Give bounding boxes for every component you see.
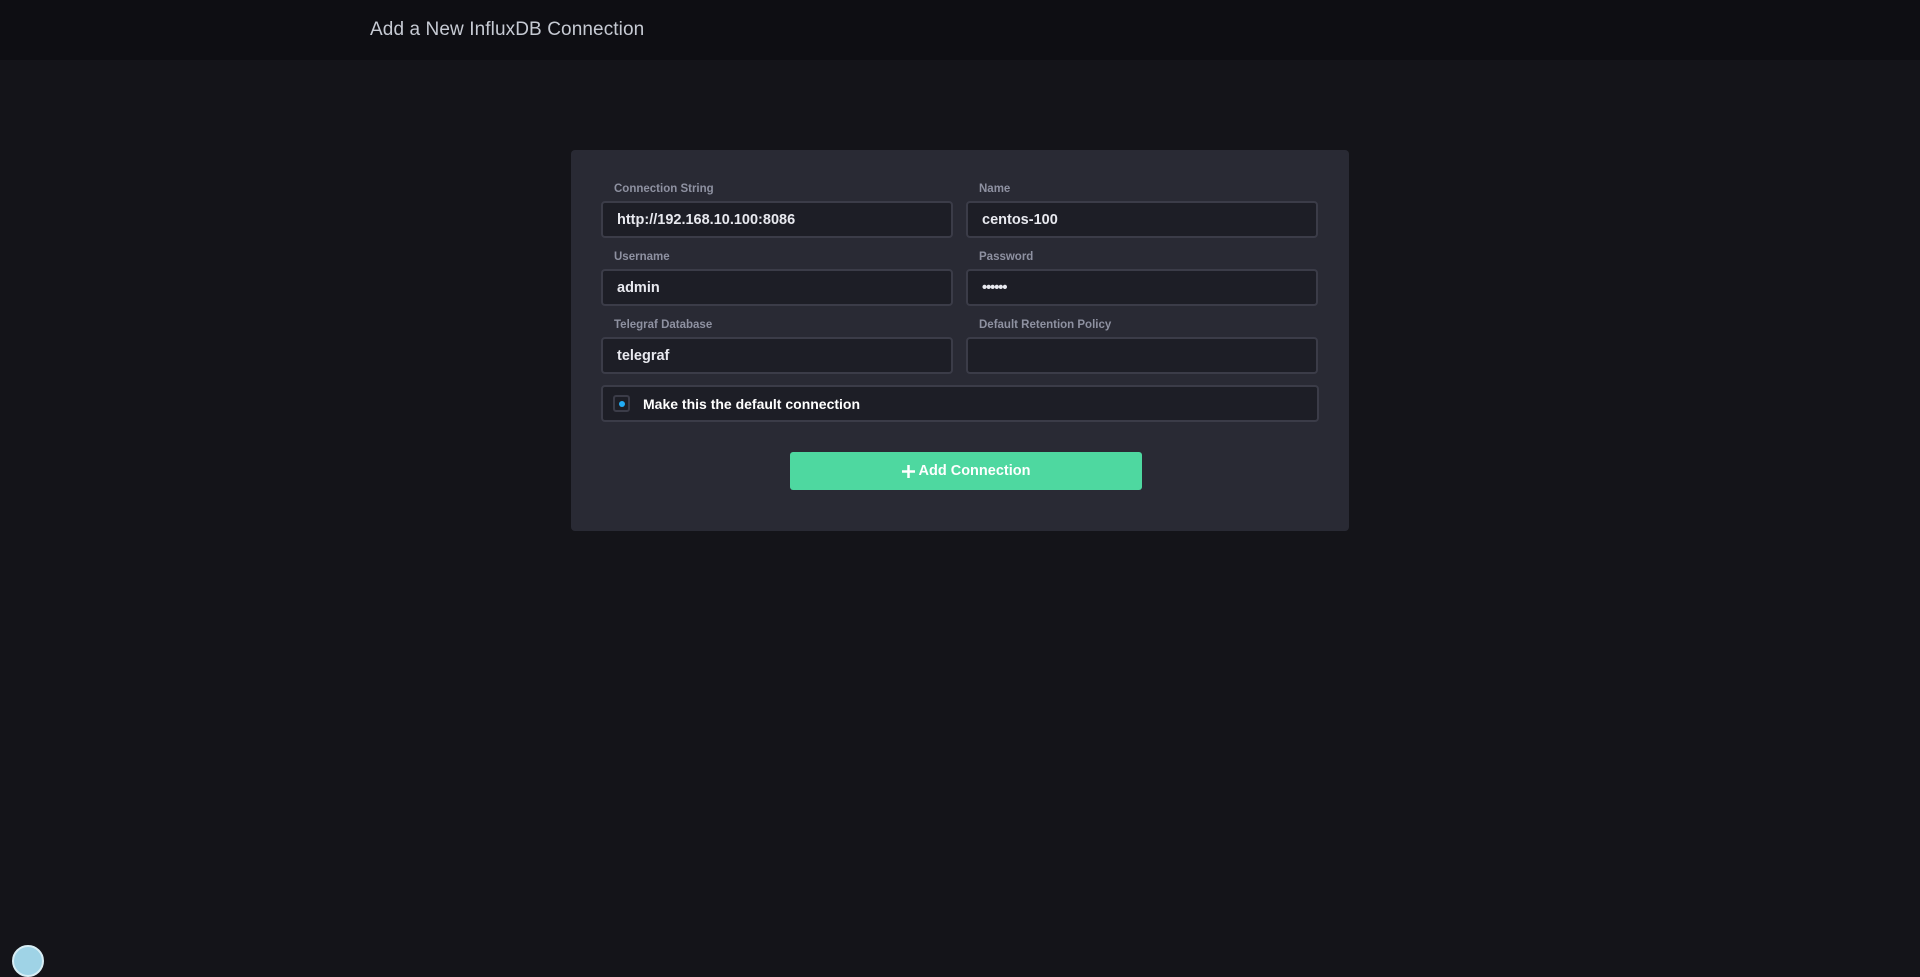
plus-icon: [901, 464, 915, 478]
add-connection-label: Add Connection: [918, 463, 1031, 479]
username-input[interactable]: [601, 269, 953, 306]
username-label: Username: [614, 251, 670, 263]
telegraf-database-input[interactable]: [601, 337, 953, 374]
top-bar: Add a New InfluxDB Connection: [0, 0, 1920, 60]
connection-string-input[interactable]: [601, 201, 953, 238]
password-label: Password: [979, 251, 1034, 263]
telegraf-database-label: Telegraf Database: [614, 319, 713, 331]
retention-policy-input[interactable]: [966, 337, 1318, 374]
main-content: Connection String Name Username Password…: [0, 60, 1920, 953]
add-connection-button[interactable]: Add Connection: [790, 452, 1142, 490]
page-title: Add a New InfluxDB Connection: [370, 19, 645, 40]
retention-policy-label: Default Retention Policy: [979, 319, 1112, 331]
default-connection-checkbox-row[interactable]: Make this the default connection: [601, 385, 1319, 422]
default-connection-checkbox[interactable]: [613, 395, 630, 412]
help-bubble-icon[interactable]: [12, 945, 44, 977]
name-label: Name: [979, 183, 1011, 195]
connection-form-panel: Connection String Name Username Password…: [571, 150, 1349, 531]
connection-string-label: Connection String: [614, 183, 714, 195]
password-input[interactable]: [966, 269, 1318, 306]
checkbox-checked-dot-icon: [618, 400, 625, 407]
name-input[interactable]: [966, 201, 1318, 238]
default-connection-label: Make this the default connection: [643, 396, 861, 412]
